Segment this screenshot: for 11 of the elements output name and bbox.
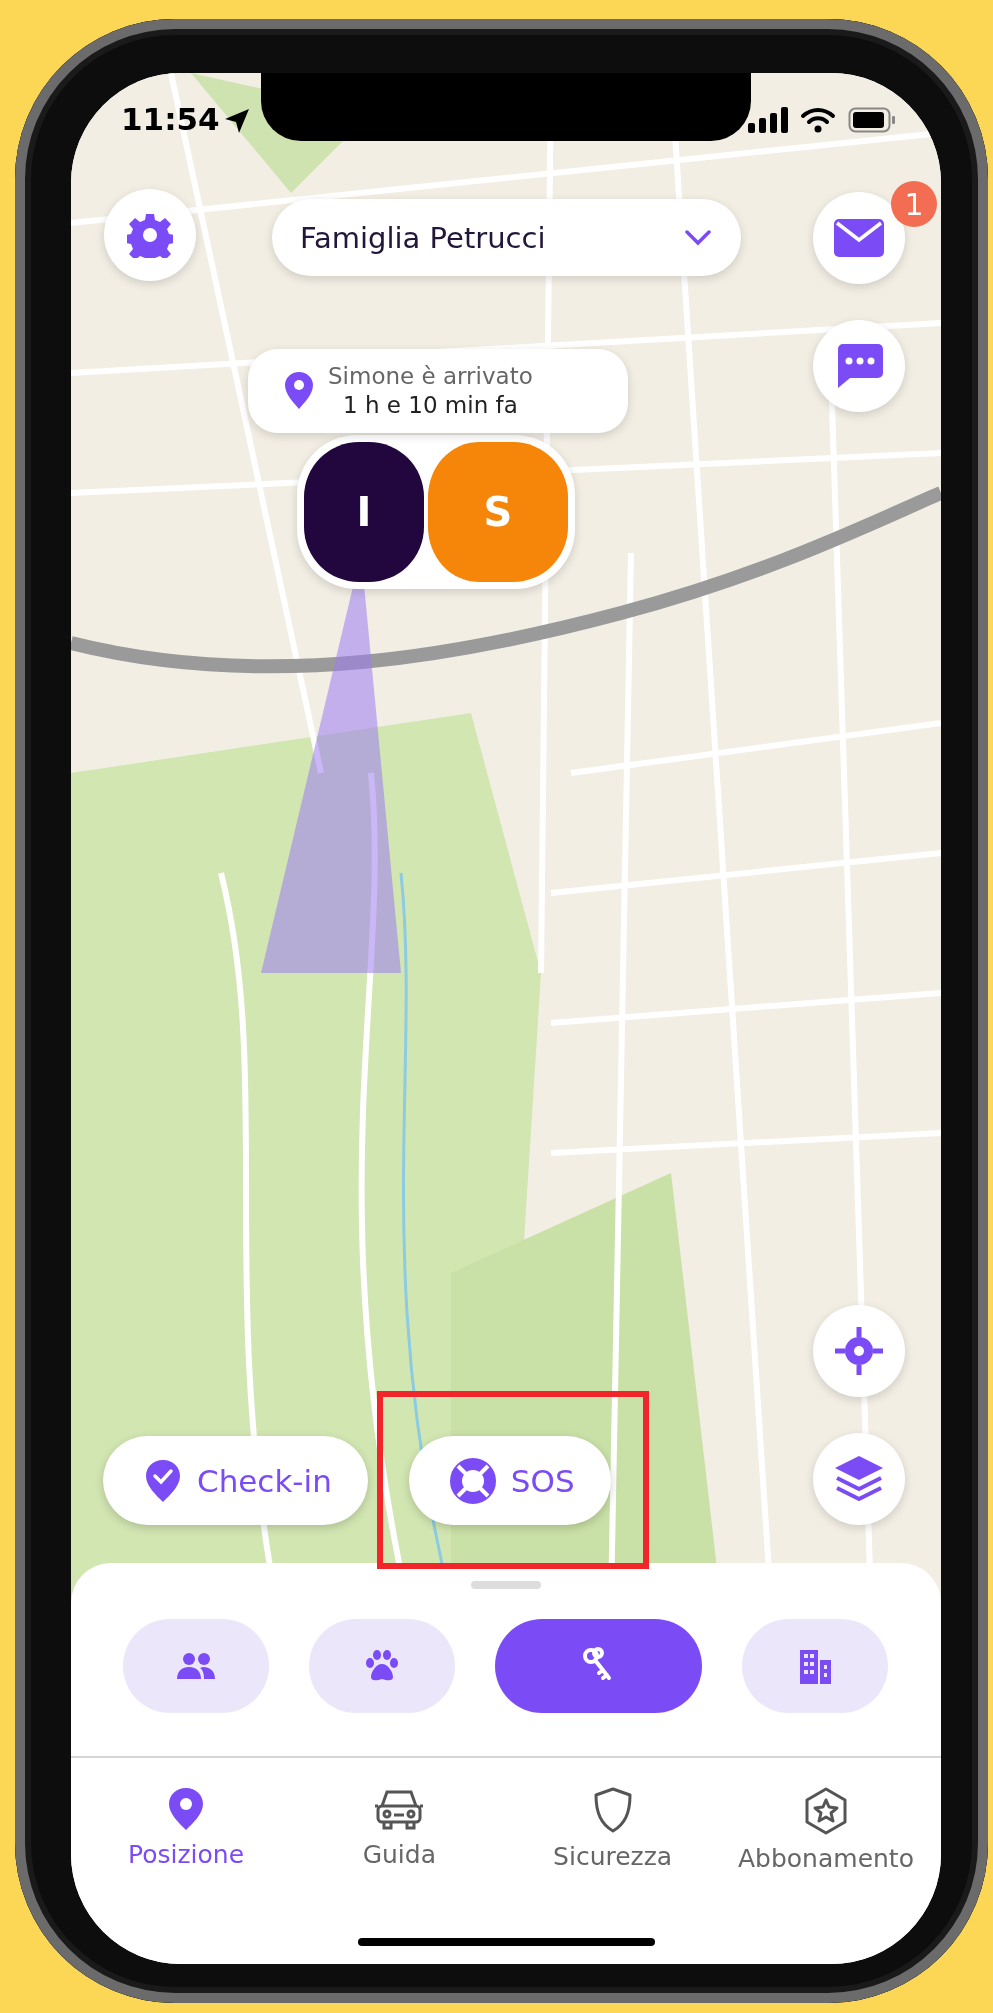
tab[interactable]: Abbonamento	[726, 1786, 926, 1873]
sos-button[interactable]: SOS	[408, 1436, 611, 1525]
group-selector[interactable]: Famiglia Petrucci	[272, 199, 741, 276]
tab[interactable]: Guida	[299, 1786, 500, 1873]
arrival-title: Simone è arrivato	[328, 362, 533, 391]
member-avatar[interactable]: I	[304, 442, 424, 582]
tab[interactable]: Posizione	[86, 1786, 286, 1873]
status-time: 11:54	[121, 101, 220, 137]
arrival-time: 1 h e 10 min fa	[343, 391, 518, 420]
tab[interactable]: Sicurezza	[512, 1786, 713, 1873]
check-in-button[interactable]: Check-in	[103, 1436, 368, 1525]
